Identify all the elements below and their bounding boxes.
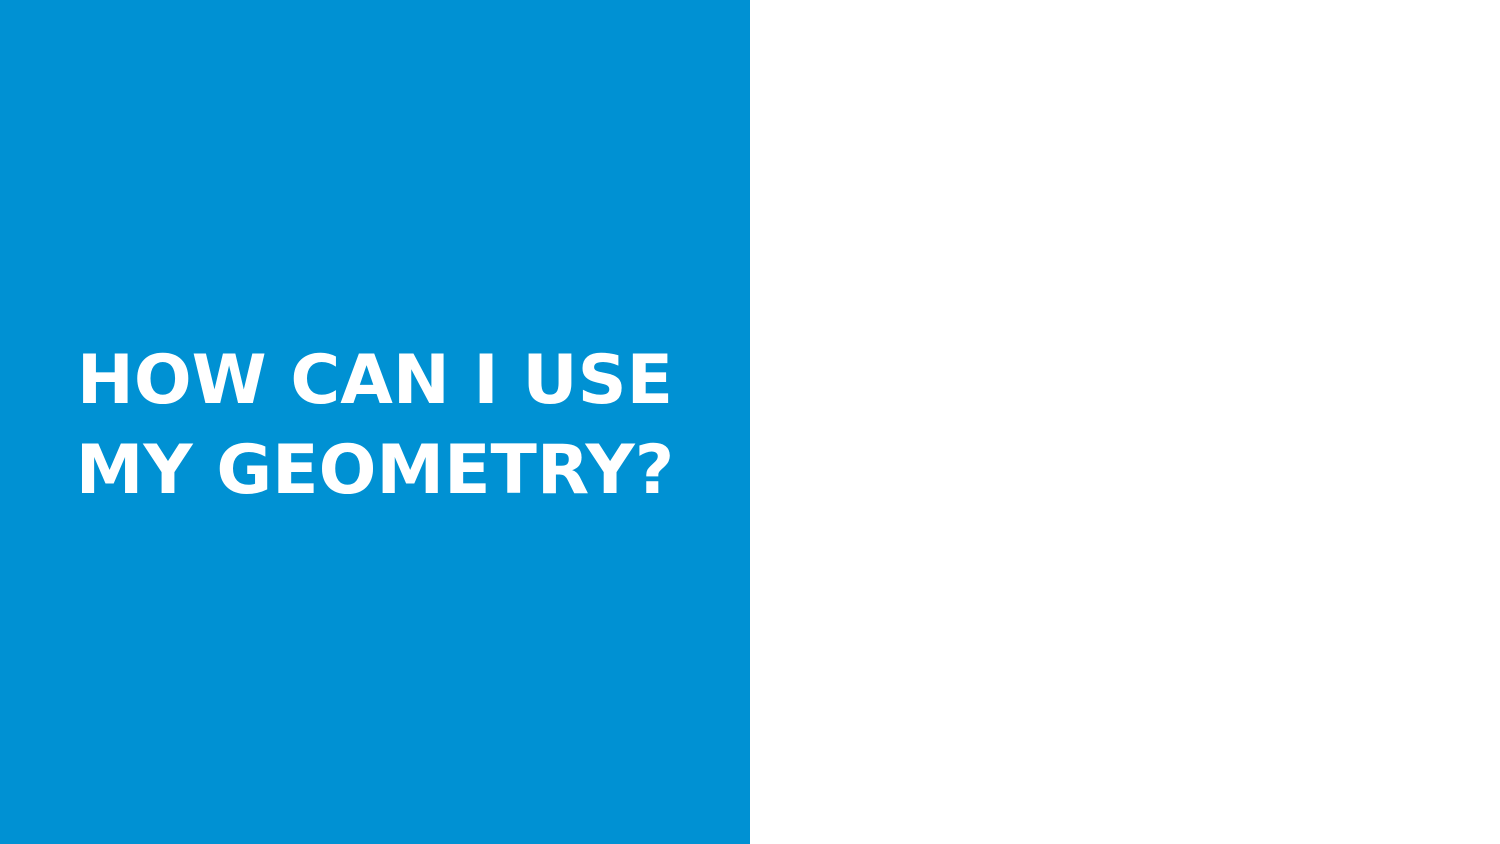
slide: HOW CAN I USE MY GEOMETRY? — [0, 0, 1500, 844]
slide-title: HOW CAN I USE MY GEOMETRY? — [36, 336, 715, 516]
slide-title-line-2: MY GEOMETRY? — [75, 431, 675, 510]
slide-title-line-1: HOW CAN I USE — [76, 341, 674, 420]
content-panel — [750, 0, 1500, 844]
title-panel: HOW CAN I USE MY GEOMETRY? — [0, 0, 750, 844]
